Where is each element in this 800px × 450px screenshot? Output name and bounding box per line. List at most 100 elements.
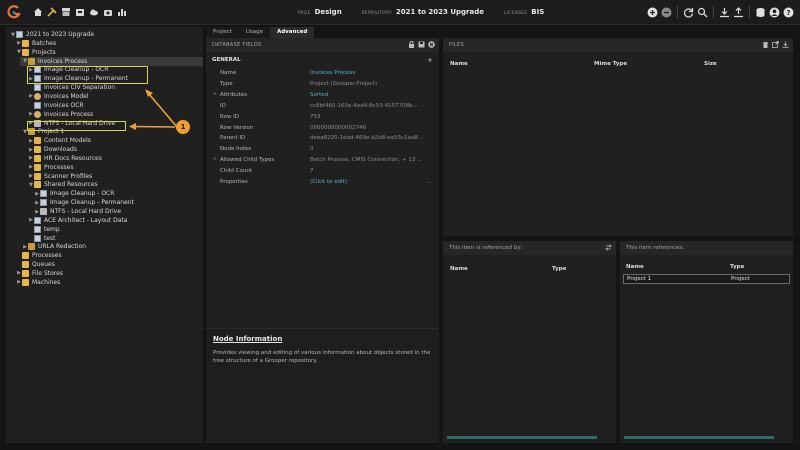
help-icon[interactable]: ? (783, 7, 794, 18)
download-icon[interactable] (719, 7, 730, 18)
save-icon[interactable] (418, 41, 425, 48)
files-col-name[interactable]: Name (450, 61, 468, 67)
property-row[interactable]: > Allowed Child Types Batch Process, CMIS … (206, 157, 439, 167)
files-col-size[interactable]: Size (704, 61, 717, 67)
project-icon (28, 243, 35, 251)
property-value: Project (Grooper.Project) (310, 80, 378, 87)
upload-icon[interactable] (733, 6, 744, 18)
tree-item[interactable]: temp (28, 225, 60, 234)
cloud-icon[interactable] (89, 7, 99, 17)
property-row[interactable]: > Attributes Sorted (206, 92, 439, 102)
ellipsis-button[interactable]: ... (426, 179, 431, 185)
property-row[interactable]: Row ID 753 (206, 114, 439, 124)
node-information-text: Provides viewing and editing of various … (213, 350, 431, 364)
database-icon[interactable] (755, 7, 766, 18)
tab-usage[interactable]: Usage (238, 27, 270, 38)
property-value: cc8bf460-160e-4ed4-8c53-4157708b... (310, 102, 418, 109)
tree-item[interactable]: ▶ Image Cleanup - Permanent (34, 198, 134, 207)
tree-item-label: 2021 to 2023 Upgrade (26, 31, 94, 38)
tree-item[interactable]: ▶ Image Cleanup - OCR (34, 189, 114, 198)
tab-project[interactable]: Project (206, 27, 239, 38)
horizontal-scrollbar[interactable] (447, 436, 597, 439)
inbox-icon[interactable] (75, 7, 85, 17)
property-value[interactable]: (Click to edit) (310, 179, 425, 189)
user-icon[interactable] (769, 7, 780, 18)
refresh-icon[interactable] (683, 7, 694, 18)
tree-item[interactable]: ▶ ACE Architect - Layout Data (28, 216, 127, 225)
tree-item[interactable]: Processes (16, 251, 62, 260)
database-fields-title: DATABASE FIELDS (212, 42, 262, 48)
property-key-label: Name (220, 70, 237, 76)
home-icon[interactable] (33, 7, 43, 17)
files-title: FILES (449, 42, 464, 48)
tree-item[interactable]: Queues (16, 260, 55, 269)
remove-icon[interactable] (661, 7, 672, 18)
tree-item[interactable]: ▶ Invoices Process (28, 110, 93, 119)
tree-item[interactable]: ▶ File Stores (16, 269, 63, 278)
archive-icon[interactable] (61, 7, 71, 17)
tree-item[interactable]: ▶ Processes (28, 163, 74, 172)
tree-item-label: temp (44, 225, 60, 233)
references-header: This item references: (620, 241, 793, 255)
tree-item[interactable]: ▼ 2021 to 2023 Upgrade (10, 30, 94, 39)
refs-col-type[interactable]: Type (730, 264, 744, 270)
property-row[interactable]: Child Count 7 (206, 168, 439, 178)
download-file-icon[interactable] (782, 41, 789, 48)
property-value[interactable]: Invoices Process (310, 70, 425, 80)
refs-col-name[interactable]: Name (626, 264, 644, 270)
open-external-icon[interactable] (772, 41, 779, 48)
tree-item[interactable]: ▶ Invoices Model (28, 92, 89, 101)
tree-item[interactable]: ▶ Content Models (28, 136, 91, 145)
tree-item[interactable]: ▶ Machines (16, 278, 60, 287)
delete-icon[interactable] (762, 41, 769, 48)
top-bar: PAGE Design · REPOSITORY 2021 to 2023 Up… (0, 0, 800, 25)
files-col-mime-type[interactable]: Mime Type (594, 61, 627, 67)
swap-icon[interactable] (605, 244, 612, 251)
callout-badge: 1 (176, 120, 190, 134)
tree-item[interactable]: ▶ Downloads (28, 145, 77, 154)
tree-item[interactable]: ▶ NTFS - Local Hard Drive (34, 207, 121, 216)
tree-item-label: Image Cleanup - OCR (50, 190, 115, 198)
lock-icon[interactable] (408, 41, 415, 48)
tree-item[interactable]: ▶ HR Docs Resources (28, 154, 102, 163)
tools-icon[interactable] (47, 7, 57, 17)
chevron-down-icon[interactable]: ▼ (428, 58, 432, 64)
add-icon[interactable] (647, 7, 658, 18)
property-row[interactable]: ID cc8bf460-160e-4ed4-8c53-4157708b... (206, 103, 439, 113)
property-key-label: Attributes (220, 91, 248, 98)
tab-advanced[interactable]: Advanced (269, 27, 315, 38)
grooper-logo[interactable] (7, 5, 21, 20)
property-row[interactable]: Name Invoices Process (206, 70, 439, 80)
tree-item-label: Processes (32, 252, 62, 260)
property-row[interactable]: Properties (Click to edit)... (206, 179, 439, 189)
tree-item[interactable]: ▼ Shared Resources (28, 180, 98, 189)
property-row[interactable]: Type Project (Grooper.Project) (206, 81, 439, 91)
tree-item[interactable]: ▶ Scanner Profiles (28, 172, 92, 181)
tree-item[interactable]: test (28, 234, 56, 243)
refby-col-type[interactable]: Type (552, 266, 566, 272)
tree-item[interactable]: ▼ Invoices Process (22, 57, 87, 66)
property-value[interactable]: Sorted (310, 92, 425, 102)
tree-item[interactable]: ▶ Batches (16, 39, 56, 48)
step-icon (34, 216, 41, 224)
property-row[interactable]: Parent ID deea8220-1dad-469e-b2d8-ea55c1a… (206, 135, 439, 145)
folder-icon (22, 261, 29, 269)
property-row[interactable]: Node Index 0 (206, 146, 439, 156)
tree-item-label: test (44, 234, 56, 242)
chevron-right-icon[interactable]: > (213, 92, 217, 97)
camera-icon[interactable] (103, 7, 113, 17)
referenced-by-panel: This item is referenced by: Name Type (443, 241, 616, 443)
tree-item[interactable]: ▶ URLA Redaction (22, 242, 86, 251)
tree-item[interactable]: ▼ Projects (16, 48, 56, 57)
horizontal-scrollbar[interactable] (624, 436, 774, 439)
referenced-by-header: This item is referenced by: (443, 241, 616, 255)
stats-icon[interactable] (117, 7, 127, 17)
tree-item[interactable]: Invoices CIV Separation (28, 83, 115, 92)
tree-item[interactable]: Invoices OCR (28, 101, 84, 110)
search-icon[interactable] (697, 7, 708, 18)
close-icon[interactable] (428, 41, 435, 48)
table-row[interactable]: Project 1 Project (623, 274, 790, 284)
chevron-right-icon[interactable]: > (213, 157, 217, 162)
refby-col-name[interactable]: Name (450, 266, 468, 272)
property-row[interactable]: Row Version 0000000000002746 (206, 125, 439, 135)
